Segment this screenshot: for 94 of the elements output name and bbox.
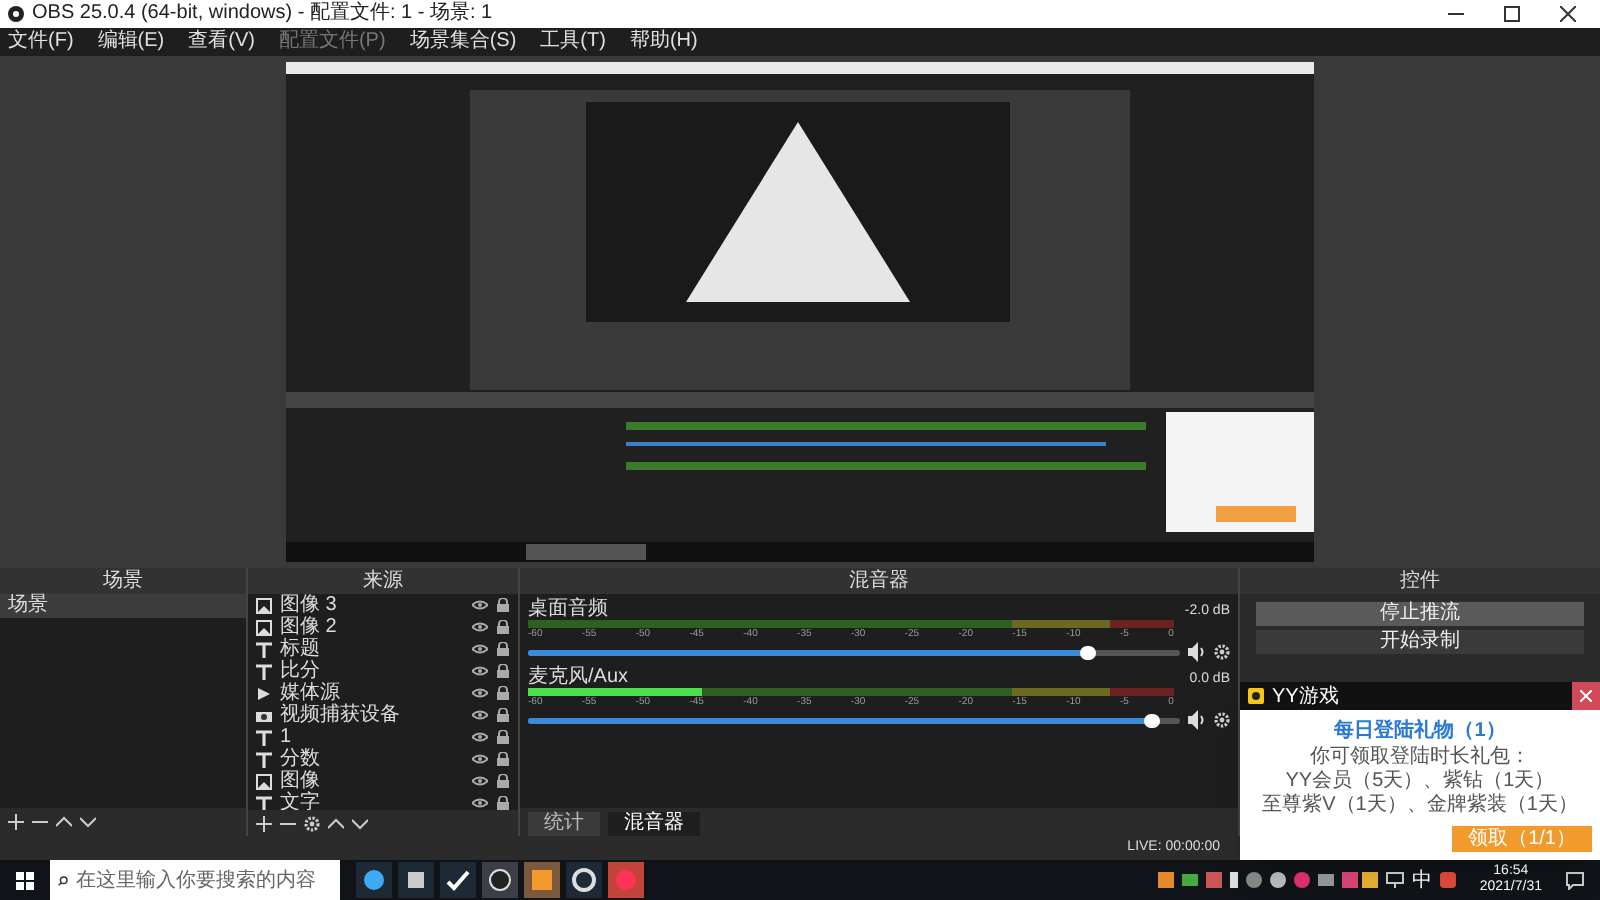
- image-icon: [256, 619, 272, 635]
- popup-text: 至尊紫V（1天）、金牌紫装（1天）: [1262, 794, 1578, 818]
- eye-icon[interactable]: [472, 598, 488, 612]
- settings-icon[interactable]: [1214, 712, 1230, 728]
- slider-thumb[interactable]: [1144, 713, 1161, 727]
- source-item[interactable]: 分数: [248, 748, 518, 770]
- source-item[interactable]: 1: [248, 726, 518, 748]
- lock-icon[interactable]: [496, 774, 510, 788]
- scene-item[interactable]: 场景: [0, 594, 246, 618]
- source-item[interactable]: 标题: [248, 638, 518, 660]
- move-down-icon[interactable]: [352, 815, 368, 831]
- app-logo-icon: [8, 6, 24, 22]
- eye-icon[interactable]: [472, 708, 488, 722]
- popup-title: YY游戏: [1272, 683, 1339, 711]
- move-down-icon[interactable]: [80, 814, 96, 830]
- text-icon: [256, 795, 272, 810]
- control-button[interactable]: 开始录制: [1256, 630, 1584, 654]
- search-icon: [58, 873, 68, 887]
- panel-title: 来源: [248, 568, 518, 594]
- menu-item[interactable]: 查看(V): [188, 32, 255, 52]
- text-icon: [256, 663, 272, 679]
- menu-item[interactable]: 编辑(E): [97, 32, 165, 52]
- maximize-icon[interactable]: [1504, 6, 1520, 22]
- add-icon[interactable]: [8, 814, 24, 830]
- source-item[interactable]: 媒体源: [248, 682, 518, 704]
- panel-title: 场景: [0, 568, 246, 594]
- move-up-icon[interactable]: [328, 815, 344, 831]
- popup-text: YY会员（5天）、紫钻（1天）: [1285, 770, 1555, 793]
- source-item[interactable]: 比分: [248, 660, 518, 682]
- eye-icon[interactable]: [472, 730, 488, 744]
- window-title: OBS 25.0.4 (64-bit, windows) - 配置文件: 1 - 场景: 1: [32, 4, 493, 24]
- eye-icon[interactable]: [472, 686, 488, 700]
- app-tray-icon[interactable]: [1439, 872, 1456, 888]
- image-icon: [256, 773, 272, 789]
- network-icon[interactable]: [1385, 872, 1404, 888]
- input-method-indicator[interactable]: 中: [1411, 865, 1432, 895]
- app-icon[interactable]: [482, 862, 518, 898]
- menu-item[interactable]: 场景集合(S): [409, 32, 517, 52]
- channel-name: 麦克风/Aux: [528, 666, 629, 688]
- close-icon: [1580, 690, 1592, 702]
- close-button[interactable]: [1572, 682, 1600, 710]
- taskbar-search-field[interactable]: 在这里输入你要搜索的内容: [50, 860, 340, 900]
- play-icon: [256, 685, 272, 701]
- slider-thumb[interactable]: [1079, 645, 1096, 659]
- notification-icon[interactable]: [1566, 871, 1584, 889]
- game-logo-icon: [1248, 688, 1264, 704]
- text-icon: [256, 751, 272, 767]
- settings-icon[interactable]: [1214, 644, 1230, 660]
- eye-icon[interactable]: [472, 774, 488, 788]
- control-button[interactable]: 停止推流: [1256, 602, 1584, 626]
- lock-icon[interactable]: [496, 686, 510, 700]
- source-item[interactable]: 图像 2: [248, 616, 518, 638]
- lock-icon[interactable]: [496, 796, 510, 810]
- lock-icon[interactable]: [496, 708, 510, 722]
- eye-icon[interactable]: [472, 752, 488, 766]
- popup-text: 你可领取登陆时长礼包：: [1310, 746, 1530, 769]
- camera-icon: [256, 707, 272, 723]
- channel-name: 桌面音频: [528, 598, 608, 620]
- eye-icon[interactable]: [472, 620, 488, 634]
- image-icon: [256, 597, 272, 613]
- app-icon[interactable]: [398, 862, 434, 898]
- panel-title: 混音器: [520, 568, 1238, 594]
- eye-icon[interactable]: [472, 796, 488, 810]
- dock-tab[interactable]: 统计: [528, 812, 600, 836]
- app-icon[interactable]: [566, 862, 602, 898]
- lock-icon[interactable]: [496, 642, 510, 656]
- move-up-icon[interactable]: [56, 814, 72, 830]
- windows-start-icon[interactable]: [16, 871, 34, 889]
- app-icon[interactable]: [356, 862, 392, 898]
- speaker-icon[interactable]: [1188, 642, 1206, 662]
- lock-icon[interactable]: [496, 730, 510, 744]
- dock-tab[interactable]: 混音器: [608, 812, 700, 836]
- settings-icon[interactable]: [304, 815, 320, 831]
- lock-icon[interactable]: [496, 664, 510, 678]
- text-icon: [256, 729, 272, 745]
- menu-item[interactable]: 工具(T): [540, 32, 606, 52]
- speaker-icon[interactable]: [1188, 710, 1206, 730]
- lock-icon[interactable]: [496, 620, 510, 634]
- menu-item[interactable]: 文件(F): [8, 32, 74, 52]
- source-item[interactable]: 文字: [248, 792, 518, 810]
- eye-icon[interactable]: [472, 642, 488, 656]
- app-icon[interactable]: [440, 862, 476, 898]
- menu-item[interactable]: 帮助(H): [629, 32, 698, 52]
- tray-icons-drawing[interactable]: [1157, 872, 1378, 888]
- source-item[interactable]: 视频捕获设备: [248, 704, 518, 726]
- lock-icon[interactable]: [496, 598, 510, 612]
- source-item[interactable]: 图像: [248, 770, 518, 792]
- close-icon[interactable]: [1560, 6, 1576, 22]
- popup-heading: 每日登陆礼物（1）: [1334, 718, 1506, 745]
- lock-icon[interactable]: [496, 752, 510, 766]
- eye-icon[interactable]: [472, 664, 488, 678]
- add-icon[interactable]: [256, 815, 272, 831]
- text-icon: [256, 641, 272, 657]
- panel-title: 控件: [1240, 568, 1600, 594]
